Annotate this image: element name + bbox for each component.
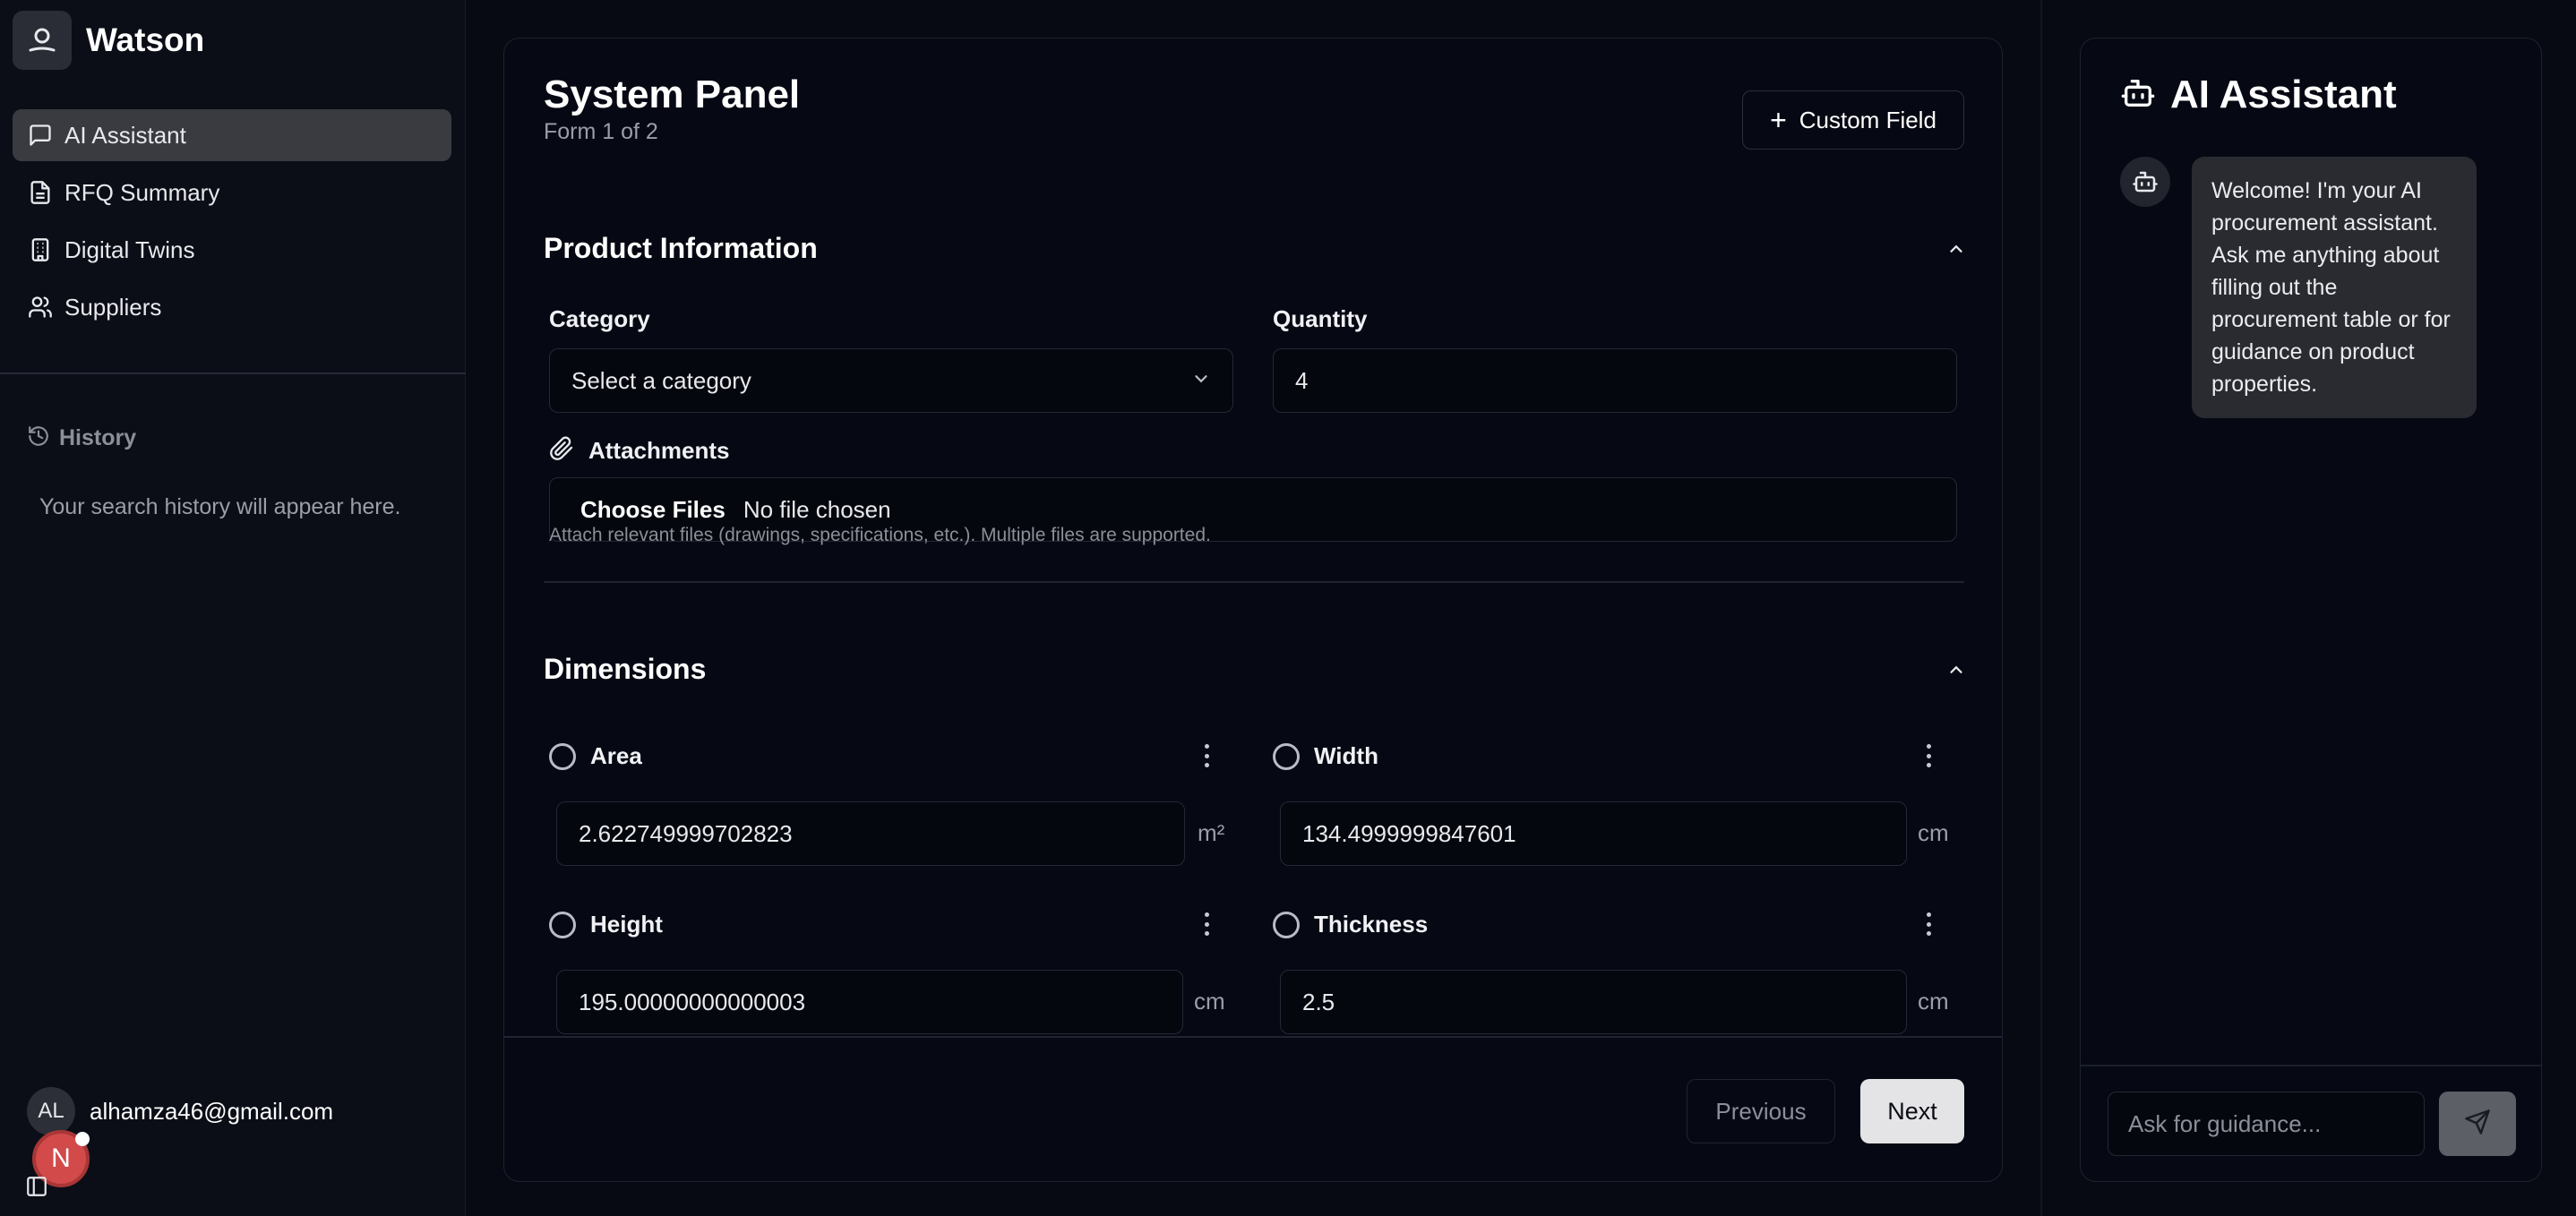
status-dot xyxy=(75,1132,90,1146)
chat-divider xyxy=(2081,1065,2541,1066)
width-unit: cm xyxy=(1918,819,1949,846)
width-field-header: Width xyxy=(1273,742,1378,770)
category-select[interactable]: Select a category xyxy=(549,348,1233,413)
height-field-header: Height xyxy=(549,911,663,938)
previous-button[interactable]: Previous xyxy=(1687,1079,1835,1143)
paperclip-icon xyxy=(549,436,574,466)
area-input[interactable]: 2.622749999702823 xyxy=(556,801,1185,866)
area-unit: m² xyxy=(1198,819,1225,846)
thickness-label: Thickness xyxy=(1314,911,1429,938)
assistant-message: Welcome! I'm your AI procurement assista… xyxy=(2192,157,2477,418)
width-radio[interactable] xyxy=(1273,742,1300,770)
add-custom-field-button[interactable]: + Custom Field xyxy=(1742,90,1964,150)
section-divider xyxy=(544,581,1964,583)
category-select-value: Select a category xyxy=(571,366,751,394)
ai-assistant-title: AI Assistant xyxy=(2170,73,2397,116)
sidebar-nav: AI Assistant RFQ Summary Digital Twins S… xyxy=(13,109,451,338)
history-icon xyxy=(27,424,50,452)
attachments-header: Attachments xyxy=(549,436,729,466)
history-title: History xyxy=(59,425,137,450)
users-icon xyxy=(27,294,54,321)
sidebar-item-label: RFQ Summary xyxy=(64,178,220,206)
send-icon xyxy=(2464,1109,2491,1140)
sidebar-item-ai-assistant[interactable]: AI Assistant xyxy=(13,109,451,161)
sidebar-toggle-icon[interactable] xyxy=(25,1175,48,1203)
chevron-up-icon[interactable] xyxy=(1946,239,1966,263)
ai-assistant-header: AI Assistant xyxy=(2120,73,2397,117)
height-label: Height xyxy=(590,911,663,938)
next-button[interactable]: Next xyxy=(1860,1079,1964,1143)
area-more-options-icon[interactable] xyxy=(1198,741,1215,771)
height-more-options-icon[interactable] xyxy=(1198,909,1215,939)
history-header: History xyxy=(27,424,136,452)
bot-icon xyxy=(2120,75,2156,116)
user-profile[interactable]: AL alhamza46@gmail.com xyxy=(27,1087,333,1135)
no-file-text: No file chosen xyxy=(743,495,891,523)
attachments-label: Attachments xyxy=(588,437,730,464)
custom-field-label: Custom Field xyxy=(1799,106,1936,133)
system-panel: System Panel Form 1 of 2 + Custom Field … xyxy=(503,38,2003,1182)
file-text-icon xyxy=(27,179,54,206)
thickness-more-options-icon[interactable] xyxy=(1919,909,1937,939)
width-input[interactable]: 134.4999999847601 xyxy=(1280,801,1907,866)
area-field-header: Area xyxy=(549,742,642,770)
sidebar-item-suppliers[interactable]: Suppliers xyxy=(13,281,451,333)
sidebar: Watson AI Assistant RFQ Summary Digital … xyxy=(0,0,466,1216)
plus-icon: + xyxy=(1770,104,1787,136)
choose-files-button[interactable]: Choose Files xyxy=(580,496,726,524)
sidebar-item-rfq-summary[interactable]: RFQ Summary xyxy=(13,167,451,218)
ai-assistant-panel: AI Assistant Welcome! I'm your AI procur… xyxy=(2080,38,2542,1182)
quantity-label: Quantity xyxy=(1273,305,1368,332)
sidebar-item-label: AI Assistant xyxy=(64,121,186,149)
chevron-up-icon[interactable] xyxy=(1946,660,1966,684)
send-button[interactable] xyxy=(2439,1092,2516,1156)
sidebar-item-label: Suppliers xyxy=(64,293,162,321)
brand[interactable]: Watson xyxy=(13,11,204,70)
dimensions-title: Dimensions xyxy=(544,653,707,685)
area-label: Area xyxy=(590,742,642,769)
chat-input[interactable] xyxy=(2108,1092,2425,1156)
thickness-unit: cm xyxy=(1918,988,1949,1015)
height-input[interactable]: 195.00000000000003 xyxy=(556,970,1183,1034)
height-unit: cm xyxy=(1194,988,1225,1015)
message-square-icon xyxy=(27,122,54,149)
area-radio[interactable] xyxy=(549,742,576,770)
thickness-input[interactable]: 2.5 xyxy=(1280,970,1907,1034)
height-radio[interactable] xyxy=(549,911,576,938)
sidebar-divider xyxy=(0,373,466,374)
footer-divider xyxy=(504,1036,2002,1038)
avatar: AL xyxy=(27,1087,75,1135)
watson-logo-icon xyxy=(13,11,72,70)
category-label: Category xyxy=(549,305,650,332)
app-name: Watson xyxy=(86,21,205,58)
bot-avatar-icon xyxy=(2120,157,2170,207)
column-separator xyxy=(2040,0,2042,1216)
user-email: alhamza46@gmail.com xyxy=(90,1097,334,1125)
product-information-title: Product Information xyxy=(544,232,818,264)
attachments-hint: Attach relevant files (drawings, specifi… xyxy=(549,525,1211,545)
building-icon xyxy=(27,236,54,263)
app-root: Watson AI Assistant RFQ Summary Digital … xyxy=(0,0,2576,1216)
sidebar-item-label: Digital Twins xyxy=(64,235,195,263)
thickness-field-header: Thickness xyxy=(1273,911,1428,938)
thickness-radio[interactable] xyxy=(1273,911,1300,938)
width-more-options-icon[interactable] xyxy=(1919,741,1937,771)
form-step-indicator: Form 1 of 2 xyxy=(544,119,658,144)
history-empty-text: Your search history will appear here. xyxy=(39,494,401,519)
quantity-input[interactable]: 4 xyxy=(1273,348,1957,413)
sidebar-item-digital-twins[interactable]: Digital Twins xyxy=(13,224,451,276)
width-label: Width xyxy=(1314,742,1378,769)
page-title: System Panel xyxy=(544,73,801,116)
chevron-down-icon xyxy=(1191,367,1211,395)
